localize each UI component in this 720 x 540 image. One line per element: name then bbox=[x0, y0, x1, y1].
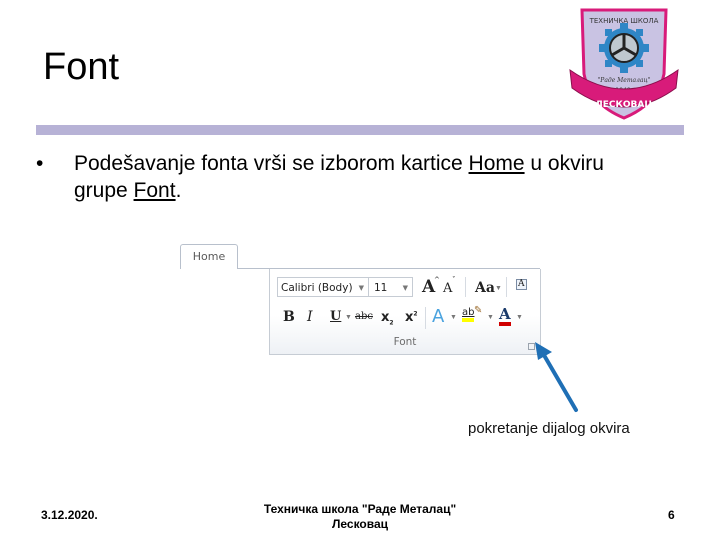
clear-formatting-glyph: A bbox=[518, 279, 525, 289]
italic-button[interactable]: I bbox=[307, 310, 313, 324]
highlight-color-button[interactable]: ab bbox=[462, 308, 475, 322]
logo-name-text: "Раде Металац" bbox=[598, 77, 651, 84]
separator bbox=[465, 277, 466, 297]
font-reference: Font bbox=[133, 179, 176, 202]
change-case-icon[interactable]: Aa bbox=[475, 281, 495, 295]
text-effects-button[interactable]: A bbox=[432, 308, 444, 326]
underline-button[interactable]: U bbox=[330, 310, 341, 323]
footer-date: 3.12.2020. bbox=[41, 508, 98, 522]
bold-button[interactable]: B bbox=[283, 310, 295, 324]
logo-banner-text: ЛЕСКОВАЦ bbox=[595, 100, 652, 110]
shrink-caret-icon: ˇ bbox=[452, 276, 456, 284]
chevron-down-icon[interactable]: ▼ bbox=[487, 314, 494, 321]
pointer-arrow-icon bbox=[535, 342, 578, 412]
clear-formatting-icon[interactable]: A bbox=[516, 279, 527, 290]
bullet-text-suffix: . bbox=[175, 179, 182, 202]
font-size-value: 11 bbox=[374, 282, 388, 294]
bullet-text-prefix: Podešavanje fonta vrši se izborom kartic… bbox=[74, 152, 469, 175]
home-reference: Home bbox=[468, 152, 525, 175]
annotation-caption: pokretanje dijalog okvira bbox=[468, 420, 630, 437]
font-group-label: Font bbox=[393, 336, 417, 348]
font-size-combobox[interactable]: 11 ▼ bbox=[369, 277, 413, 297]
chevron-down-icon[interactable]: ▼ bbox=[345, 314, 352, 321]
separator bbox=[425, 307, 426, 329]
shrink-font-icon[interactable]: A bbox=[443, 282, 452, 295]
bullet-text: Podešavanje fonta vrši se izborom kartic… bbox=[74, 150, 654, 204]
footer-school-line2: Лесковац bbox=[331, 517, 389, 531]
font-color-button[interactable]: A bbox=[499, 307, 511, 326]
font-group: Calibri (Body) ▼ 11 ▼ A ^ A ˇ Aa ▼ A B I U… bbox=[269, 269, 541, 355]
footer-school-line1: Техничка школа "Раде Металац" bbox=[263, 502, 457, 516]
grow-caret-icon: ^ bbox=[434, 276, 440, 284]
strikethrough-button[interactable]: abc bbox=[355, 312, 373, 322]
subscript-button[interactable]: x2 bbox=[381, 311, 394, 327]
font-name-combobox[interactable]: Calibri (Body) ▼ bbox=[277, 277, 369, 297]
chevron-down-icon[interactable]: ▼ bbox=[516, 314, 523, 321]
pen-icon: ✎ bbox=[474, 305, 483, 316]
school-crest-icon: ТЕХНИЧКА ШКОЛА "Раде Металац" 1948. ЛЕСК… bbox=[569, 8, 679, 120]
chevron-down-icon[interactable]: ▼ bbox=[450, 314, 457, 321]
page-number: 6 bbox=[668, 508, 675, 522]
chevron-down-icon[interactable]: ▼ bbox=[403, 278, 408, 298]
font-name-value: Calibri (Body) bbox=[281, 282, 353, 294]
tab-home[interactable]: Home bbox=[180, 244, 238, 269]
chevron-down-icon[interactable]: ▼ bbox=[359, 278, 364, 298]
slide-title: Font bbox=[43, 46, 120, 88]
superscript-button[interactable]: x2 bbox=[405, 311, 418, 324]
ribbon-screenshot: Home Calibri (Body) ▼ 11 ▼ A ^ A ˇ Aa ▼ A … bbox=[180, 244, 542, 356]
separator bbox=[506, 277, 507, 297]
bullet-marker: • bbox=[36, 152, 44, 175]
title-divider bbox=[36, 125, 684, 135]
school-logo: ТЕХНИЧКА ШКОЛА "Раде Металац" 1948. ЛЕСК… bbox=[568, 4, 680, 120]
footer-school: Техничка школа "Раде Металац" Лесковац bbox=[250, 502, 470, 532]
chevron-down-icon[interactable]: ▼ bbox=[495, 285, 502, 292]
